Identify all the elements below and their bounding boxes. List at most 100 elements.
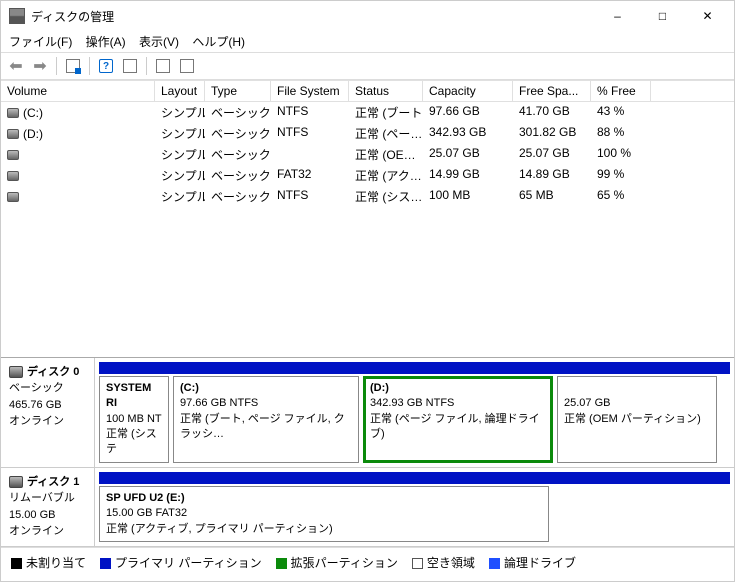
grid-icon[interactable] [62, 55, 84, 77]
toolbar-separator [89, 57, 90, 75]
partition[interactable]: (D:)342.93 GB NTFS正常 (ページ ファイル, 論理ドライブ) [363, 376, 553, 463]
col-capacity[interactable]: Capacity [423, 81, 513, 101]
volume-status: 正常 (シス… [349, 187, 423, 206]
menu-help[interactable]: ヘルプ(H) [192, 35, 245, 49]
volume-row[interactable]: (D:)シンプルベーシックNTFS正常 (ペー…342.93 GB301.82 … [1, 123, 734, 144]
volume-layout: シンプル [155, 187, 205, 206]
volume-icon [7, 108, 19, 118]
volume-type: ベーシック [205, 166, 271, 185]
disk-status: オンライン [9, 523, 86, 540]
window-controls: – □ ✕ [595, 2, 730, 30]
legend-free: 空き領域 [412, 554, 475, 571]
partition[interactable]: SP UFD U2 (E:)15.00 GB FAT32正常 (アクティブ, プ… [99, 486, 549, 542]
col-pctfree[interactable]: % Free [591, 81, 651, 101]
legend: 未割り当て プライマリ パーティション 拡張パーティション 空き領域 論理ドライ… [1, 547, 734, 581]
col-layout[interactable]: Layout [155, 81, 205, 101]
legend-logical: 論理ドライブ [489, 554, 576, 571]
volume-status: 正常 (OE… [349, 145, 423, 164]
menu-action[interactable]: 操作(A) [86, 35, 126, 49]
volume-capacity: 14.99 GB [423, 166, 513, 185]
partition[interactable]: 25.07 GB正常 (OEM パーティション) [557, 376, 717, 463]
column-headers: Volume Layout Type File System Status Ca… [1, 80, 734, 102]
volume-capacity: 100 MB [423, 187, 513, 206]
volume-filesystem [271, 145, 349, 164]
partition-status: 正常 (システ [106, 427, 162, 458]
volume-row[interactable]: シンプルベーシックNTFS正常 (シス…100 MB65 MB65 % [1, 186, 734, 207]
volume-pctfree: 88 % [591, 124, 651, 143]
disk-partitions: SP UFD U2 (E:)15.00 GB FAT32正常 (アクティブ, プ… [95, 468, 734, 546]
volume-status: 正常 (ブート… [349, 103, 423, 122]
volume-pctfree: 100 % [591, 145, 651, 164]
disk-row: ディスク 0ベーシック465.76 GBオンラインSYSTEM RI100 MB… [1, 358, 734, 468]
partition-name: SP UFD U2 (E:) [106, 491, 542, 506]
refresh-icon[interactable] [119, 55, 141, 77]
volume-type: ベーシック [205, 187, 271, 206]
disk-label[interactable]: ディスク 1リムーバブル15.00 GBオンライン [1, 468, 95, 546]
minimize-button[interactable]: – [595, 2, 640, 30]
menubar: ファイル(F) 操作(A) 表示(V) ヘルプ(H) [1, 31, 734, 52]
partition[interactable]: SYSTEM RI100 MB NT正常 (システ [99, 376, 169, 463]
view-top-icon[interactable] [152, 55, 174, 77]
volume-row[interactable]: シンプルベーシック正常 (OE…25.07 GB25.07 GB100 % [1, 144, 734, 165]
disk-label[interactable]: ディスク 0ベーシック465.76 GBオンライン [1, 358, 95, 467]
legend-extended: 拡張パーティション [276, 554, 398, 571]
volume-icon [7, 150, 19, 160]
disk-icon [9, 476, 23, 488]
back-button[interactable]: ⬅ [5, 55, 27, 77]
volume-free: 65 MB [513, 187, 591, 206]
partition-name: SYSTEM RI [106, 381, 162, 412]
volume-filesystem: NTFS [271, 124, 349, 143]
toolbar: ⬅ ➡ ? [1, 52, 734, 80]
volume-pctfree: 43 % [591, 103, 651, 122]
partition-name: (C:) [180, 381, 352, 396]
toolbar-separator [146, 57, 147, 75]
col-volume[interactable]: Volume [1, 81, 155, 101]
menu-view[interactable]: 表示(V) [139, 35, 179, 49]
legend-unallocated: 未割り当て [11, 554, 86, 571]
partition-bar [99, 362, 730, 374]
disk-row: ディスク 1リムーバブル15.00 GBオンラインSP UFD U2 (E:)1… [1, 468, 734, 547]
volume-free: 301.82 GB [513, 124, 591, 143]
col-filesystem[interactable]: File System [271, 81, 349, 101]
disk-name: ディスク 1 [27, 476, 79, 488]
volume-row[interactable]: シンプルベーシックFAT32正常 (アク…14.99 GB14.89 GB99 … [1, 165, 734, 186]
view-bottom-icon[interactable] [176, 55, 198, 77]
volume-capacity: 97.66 GB [423, 103, 513, 122]
volume-list: Volume Layout Type File System Status Ca… [1, 80, 734, 252]
volume-free: 25.07 GB [513, 145, 591, 164]
volume-name: (D:) [23, 127, 43, 141]
volume-capacity: 342.93 GB [423, 124, 513, 143]
volume-pctfree: 99 % [591, 166, 651, 185]
volume-type: ベーシック [205, 103, 271, 122]
col-freespace[interactable]: Free Spa... [513, 81, 591, 101]
volume-icon [7, 192, 19, 202]
app-icon [9, 8, 25, 24]
partition[interactable]: (C:)97.66 GB NTFS正常 (ブート, ページ ファイル, クラッシ… [173, 376, 359, 463]
volume-status: 正常 (ペー… [349, 124, 423, 143]
volume-icon [7, 129, 19, 139]
disk-type: リムーバブル [9, 490, 86, 507]
volume-row[interactable]: (C:)シンプルベーシックNTFS正常 (ブート…97.66 GB41.70 G… [1, 102, 734, 123]
spacer [1, 252, 734, 357]
partition-size: 342.93 GB NTFS [370, 396, 546, 411]
volume-layout: シンプル [155, 103, 205, 122]
close-button[interactable]: ✕ [685, 2, 730, 30]
toolbar-separator [56, 57, 57, 75]
col-type[interactable]: Type [205, 81, 271, 101]
forward-button[interactable]: ➡ [29, 55, 51, 77]
menu-file[interactable]: ファイル(F) [9, 35, 72, 49]
volume-filesystem: NTFS [271, 103, 349, 122]
partition-status: 正常 (OEM パーティション) [564, 412, 710, 427]
partition-size: 100 MB NT [106, 412, 162, 427]
help-icon[interactable]: ? [95, 55, 117, 77]
disk-status: オンライン [9, 413, 86, 430]
partition-bar [99, 472, 730, 484]
col-status[interactable]: Status [349, 81, 423, 101]
volume-pctfree: 65 % [591, 187, 651, 206]
volume-rows: (C:)シンプルベーシックNTFS正常 (ブート…97.66 GB41.70 G… [1, 102, 734, 252]
disk-panel: ディスク 0ベーシック465.76 GBオンラインSYSTEM RI100 MB… [1, 357, 734, 547]
maximize-button[interactable]: □ [640, 2, 685, 30]
volume-status: 正常 (アク… [349, 166, 423, 185]
partition-status: 正常 (ブート, ページ ファイル, クラッシ… [180, 412, 352, 443]
disk-name: ディスク 0 [27, 366, 79, 378]
